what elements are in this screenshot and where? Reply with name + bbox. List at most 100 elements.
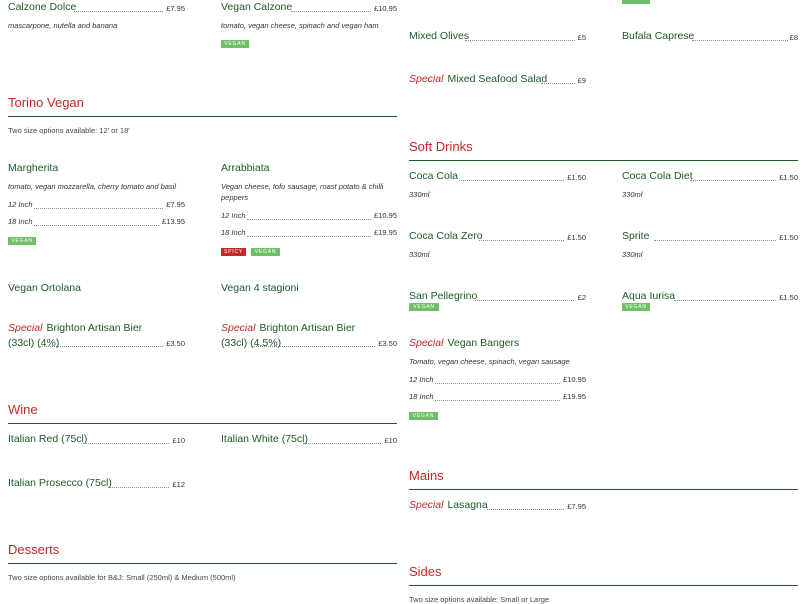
dot-leader [435, 400, 560, 401]
size-label: 12 Inch [409, 375, 434, 384]
menu-item-coca-cola-diet[interactable]: Coca Cola Diet £1.50 330ml [622, 170, 798, 200]
dot-leader [487, 509, 564, 510]
item-name-row: Special Mixed Seafood Salad [409, 73, 547, 85]
item-name: Italian White (75cl) [221, 433, 308, 445]
dot-leader [247, 236, 371, 237]
item-price: £5 [577, 33, 586, 42]
menu-item-italian-prosecco[interactable]: Italian Prosecco (75cl) £12 [8, 477, 185, 493]
item-name: Calzone Dolce [8, 1, 77, 13]
section-divider [8, 563, 397, 564]
section-title-mains: Mains [409, 468, 444, 483]
item-price: £3.50 [378, 339, 397, 348]
menu-item-lasagna[interactable]: Special Lasagna £7.95 [409, 499, 586, 515]
menu-item-mixed-olives[interactable]: Mixed Olives £5 [409, 30, 586, 46]
dot-leader [459, 180, 564, 181]
dot-leader [479, 240, 564, 241]
dot-leader [108, 487, 169, 488]
dot-leader [654, 240, 776, 241]
menu-item-arrabbiata[interactable]: Arrabbiata Vegan cheese, tofu sausage, r… [221, 162, 397, 258]
section-title-soft-drinks: Soft Drinks [409, 139, 473, 154]
section-title-sides: Sides [409, 564, 442, 579]
item-name: Vegan Calzone [221, 1, 293, 13]
section-divider [8, 423, 397, 424]
item-name: Margherita [8, 162, 59, 174]
menu-item-mixed-seafood-salad[interactable]: Special Mixed Seafood Salad £9 [409, 73, 586, 89]
item-price: £1.50 [567, 173, 586, 182]
dot-leader [690, 180, 776, 181]
size-label: 12 Inch [8, 200, 33, 209]
item-description: Vegan cheese, tofu sausage, roast potato… [221, 182, 384, 202]
menu-item-italian-red[interactable]: Italian Red (75cl) £10 [8, 433, 185, 449]
section-divider [409, 585, 798, 586]
item-name-row: Special Lasagna [409, 499, 488, 511]
menu-item-vegan-4-stagioni[interactable]: Vegan 4 stagioni [221, 282, 299, 294]
menu-item-vegan-calzone[interactable]: Vegan Calzone £10.95 tomato, vegan chees… [221, 1, 397, 49]
menu-item-vegan-ortolana[interactable]: Vegan Ortolana [8, 282, 81, 294]
item-price: £2 [577, 293, 586, 302]
dot-leader [674, 300, 776, 301]
menu-item-brighton-bier-4[interactable]: Special Brighton Artisan Bier (33cl) (4%)… [8, 321, 185, 351]
section-note: Two size options available: 12' or 18' [8, 126, 130, 135]
spicy-badge: SPICY [221, 248, 246, 256]
menu-item-italian-white[interactable]: Italian White (75cl) £10 [221, 433, 397, 449]
dot-leader [247, 219, 371, 220]
item-description: 330ml [622, 250, 643, 259]
item-description: 330ml [409, 250, 430, 259]
dot-leader [83, 443, 169, 444]
item-description: mascarpone, nutella and banana [8, 21, 118, 30]
item-price: £1.50 [779, 293, 798, 302]
menu-item-coca-cola[interactable]: Coca Cola £1.50 330ml [409, 170, 586, 200]
item-name: Mixed Olives [409, 30, 470, 42]
menu-item-brighton-bier-45[interactable]: Special Brighton Artisan Bier (33cl) (4.5… [221, 321, 397, 351]
item-description: tomato, vegan cheese, spinach and vegan … [221, 21, 379, 30]
special-label: Special [409, 499, 444, 511]
vegan-badge: VEGAN [409, 303, 439, 311]
vegan-badge: VEGAN [8, 237, 36, 245]
item-name-row: Special Vegan Bangers [409, 337, 519, 349]
vegan-badge: VEGAN [221, 40, 249, 48]
size-price: £10.95 [563, 375, 586, 384]
special-label: Special [221, 322, 256, 334]
dot-leader [34, 208, 163, 209]
menu-item-aqua-iurisa[interactable]: Aqua Iurisa £1.50 VEGAN [622, 290, 798, 312]
size-label: 12 Inch [221, 211, 246, 220]
menu-item-sprite[interactable]: Sprite £1.50 330ml [622, 230, 798, 260]
item-name: Aqua Iurisa [622, 290, 676, 302]
item-name: San Pellegrino [409, 290, 478, 302]
section-divider [409, 160, 798, 161]
menu-item-san-pellegrino[interactable]: San Pellegrino £2 VEGAN [409, 290, 586, 312]
item-price: £12 [172, 480, 185, 489]
menu-item-margherita[interactable]: Margherita tomato, vegan mozzarella, che… [8, 162, 185, 246]
item-price: £8 [789, 33, 798, 42]
item-price: £3.50 [166, 339, 185, 348]
item-name: Coca Cola Diet [622, 170, 693, 182]
item-price: £10.95 [374, 4, 397, 13]
menu-item-bufala-caprese[interactable]: Bufala Caprese £8 [622, 30, 798, 46]
special-label: Special [409, 73, 444, 85]
item-name: Coca Cola [409, 170, 459, 182]
menu-item-calzone-dolce[interactable]: Calzone Dolce £7.95 mascarpone, nutella … [8, 1, 185, 31]
menu-item-coca-cola-zero[interactable]: Coca Cola Zero £1.50 330ml [409, 230, 586, 260]
dot-leader [251, 346, 375, 347]
item-price: £9 [577, 76, 586, 85]
vegan-badge: VEGAN [409, 412, 438, 420]
section-divider [409, 489, 798, 490]
item-name: Bufala Caprese [622, 30, 695, 42]
item-name: Italian Red (75cl) [8, 433, 88, 445]
dot-leader [74, 11, 163, 12]
item-name: Sprite [622, 230, 650, 242]
size-price: £13.95 [162, 217, 185, 226]
item-description: 330ml [622, 190, 643, 199]
item-price: £10 [172, 436, 185, 445]
item-price: £1.50 [567, 233, 586, 242]
section-title-torino-vegan: Torino Vegan [8, 95, 84, 110]
size-price: £19.95 [374, 228, 397, 237]
vegan-badge-partial [622, 0, 650, 4]
item-description: Tomato, vegan cheese, spinach, vegan sau… [409, 357, 570, 366]
item-name: Coca Cola Zero [409, 230, 483, 242]
section-title-wine: Wine [8, 402, 38, 417]
size-label: 18 Inch [221, 228, 246, 237]
menu-item-vegan-bangers[interactable]: Special Vegan Bangers Tomato, vegan chees… [409, 337, 586, 421]
size-price: £10.95 [374, 211, 397, 220]
size-label: 18 Inch [409, 392, 434, 401]
